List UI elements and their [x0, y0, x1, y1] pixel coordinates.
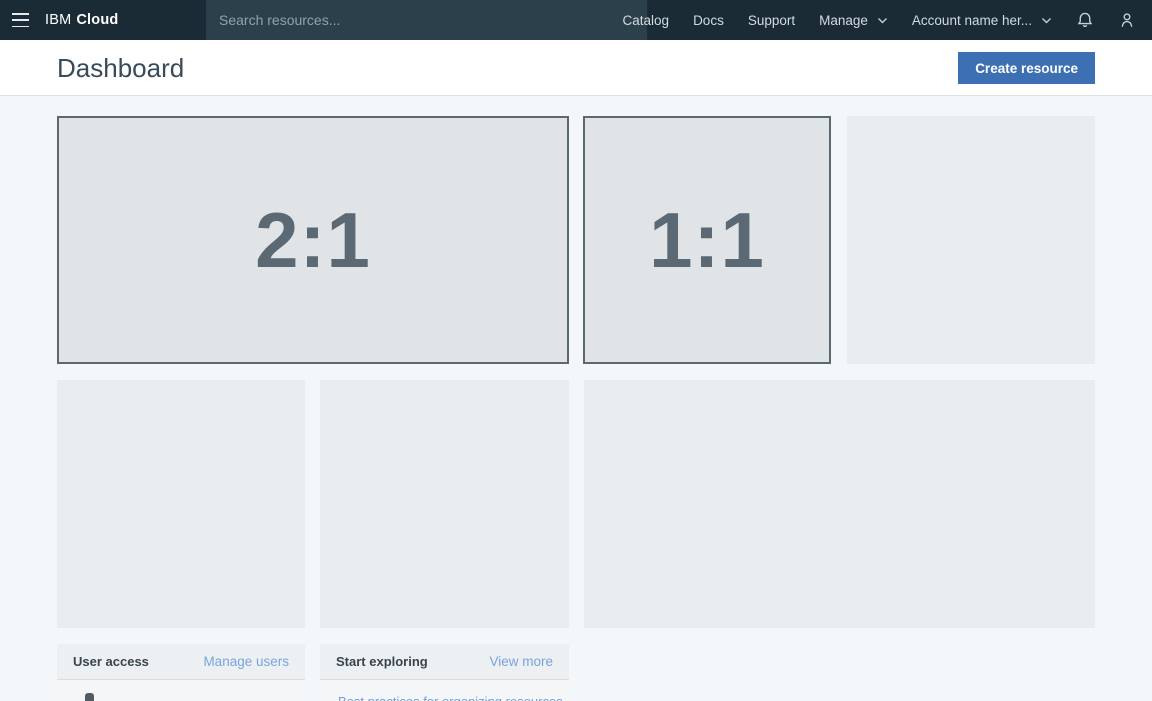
hamburger-menu-icon[interactable] — [12, 12, 29, 28]
brand-prefix: IBM — [45, 12, 71, 28]
start-exploring-card: Start exploring View more Best practices… — [320, 644, 569, 701]
brand-logo: IBM Cloud — [45, 0, 118, 40]
ratio-label-1to1: 1:1 — [649, 195, 765, 286]
user-avatar-icon[interactable] — [1118, 11, 1136, 29]
placeholder-panel-row2-col1 — [57, 380, 305, 628]
placeholder-panel-2to1: 2:1 — [57, 116, 569, 364]
top-navbar: IBM Cloud Catalog Docs Support Manage Ac… — [0, 0, 1152, 40]
account-selector[interactable]: Account name her... — [912, 13, 1052, 28]
placeholder-panel-row2-col2 — [320, 380, 569, 628]
page-title: Dashboard — [57, 40, 184, 96]
view-more-link[interactable]: View more — [489, 654, 553, 669]
placeholder-panel-1to1: 1:1 — [583, 116, 831, 364]
notifications-bell-icon[interactable] — [1076, 11, 1094, 29]
start-exploring-title: Start exploring — [336, 654, 428, 669]
search-box — [206, 0, 647, 40]
account-name-label: Account name her... — [912, 13, 1032, 28]
nav-item-manage[interactable]: Manage — [819, 13, 888, 28]
create-resource-button[interactable]: Create resource — [958, 52, 1095, 84]
exploring-item-link[interactable]: Best practices for organizing resources — [320, 680, 569, 701]
user-access-card-header: User access Manage users — [57, 644, 305, 680]
user-access-title: User access — [73, 654, 149, 669]
page-header: Dashboard Create resource — [0, 40, 1152, 96]
nav-item-catalog[interactable]: Catalog — [623, 13, 670, 28]
brand-suffix: Cloud — [76, 12, 118, 28]
manage-label: Manage — [819, 13, 868, 28]
placeholder-panel-row2-col3-4 — [584, 380, 1095, 628]
user-access-card: User access Manage users — [57, 644, 305, 701]
placeholder-panel-row1-col4 — [847, 116, 1095, 364]
navbar-right: Catalog Docs Support Manage Account name… — [623, 0, 1152, 40]
user-icon — [85, 693, 94, 701]
search-input[interactable] — [206, 0, 647, 40]
ratio-label-2to1: 2:1 — [255, 195, 371, 286]
manage-users-link[interactable]: Manage users — [203, 654, 289, 669]
nav-item-support[interactable]: Support — [748, 13, 795, 28]
start-exploring-card-header: Start exploring View more — [320, 644, 569, 680]
chevron-down-icon — [877, 15, 888, 26]
chevron-down-icon — [1041, 15, 1052, 26]
nav-item-docs[interactable]: Docs — [693, 13, 724, 28]
